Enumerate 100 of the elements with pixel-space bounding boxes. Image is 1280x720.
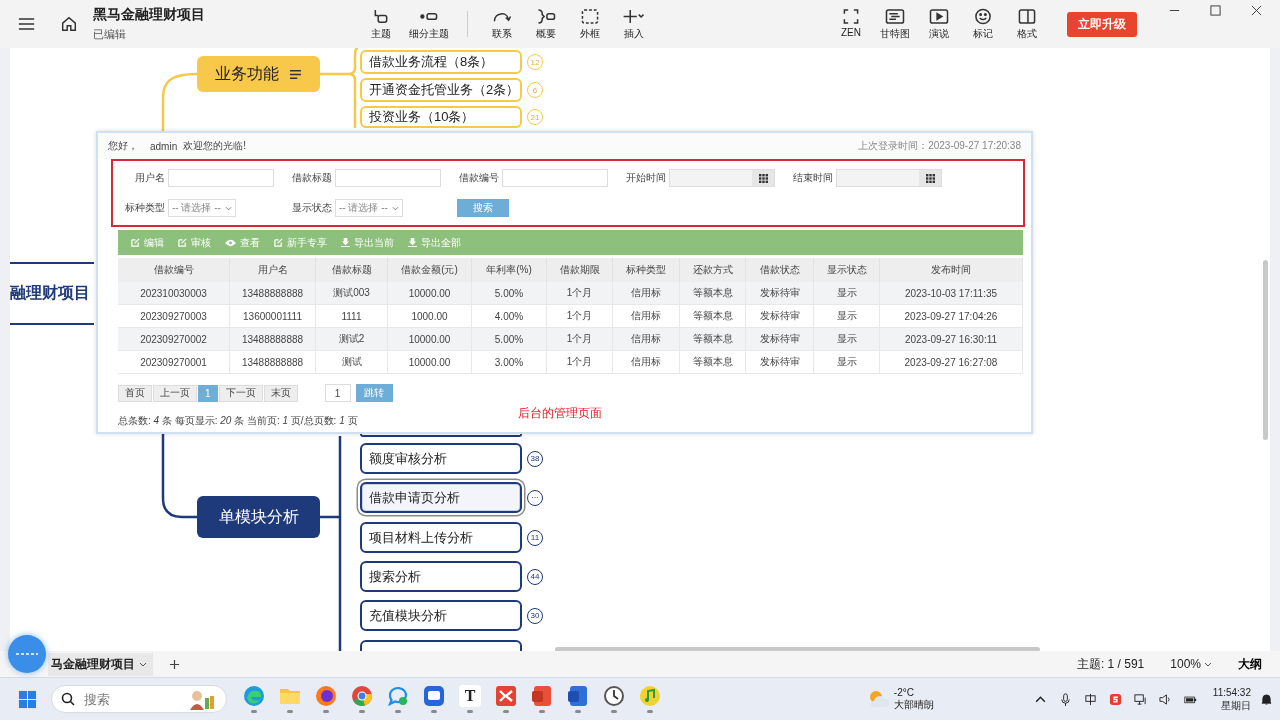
root-topic[interactable]: 融理财项目 xyxy=(10,262,94,325)
tool-button[interactable]: 插入 xyxy=(616,5,652,43)
view-button[interactable]: 演说 xyxy=(919,5,959,43)
subtopic-node[interactable]: 额度审核分析 xyxy=(360,443,522,474)
clock-time: 11:54:32 xyxy=(1212,686,1251,699)
speaker-icon[interactable] xyxy=(1158,692,1172,706)
branch-topic[interactable]: 业务功能 xyxy=(197,56,320,92)
gantt-icon xyxy=(884,7,906,25)
search-highlight-icon xyxy=(187,688,217,710)
page-button[interactable]: 首页 xyxy=(118,384,152,402)
text-app-icon[interactable]: T xyxy=(459,685,481,707)
table-cell: 10000.00 xyxy=(388,282,472,305)
edit-icon xyxy=(274,238,283,247)
calendar-icon[interactable] xyxy=(919,170,941,186)
subtopic-node[interactable]: 投资业务（10条） xyxy=(360,106,522,128)
page-button[interactable]: 末页 xyxy=(263,384,298,402)
input-method-icon[interactable] xyxy=(1083,692,1097,706)
filter-label: 借款编号 xyxy=(458,171,499,185)
text-field[interactable] xyxy=(502,169,608,187)
clock-app-icon[interactable] xyxy=(603,685,625,707)
blueapp-app-icon[interactable] xyxy=(423,685,445,707)
column-header[interactable]: 借款状态 xyxy=(746,258,814,282)
view-button[interactable]: ZEN xyxy=(831,5,871,43)
table-cell: 发标待审 xyxy=(746,305,814,328)
pagination-summary: 总条数: 4 条 每页显示: 20 条 当前页: 1 页/总页数: 1 页 xyxy=(118,414,358,428)
page-button[interactable]: 下一页 xyxy=(218,384,263,402)
summary-icon xyxy=(535,7,557,25)
boundary-icon xyxy=(579,7,601,25)
subtopic-node[interactable]: 开通资金托管业务（2条） xyxy=(360,78,522,102)
page-input[interactable]: 1 xyxy=(324,384,351,402)
table-cell: 3.00% xyxy=(472,351,547,374)
zoom-control[interactable]: 100% xyxy=(1170,657,1212,671)
table-cell: 1111 xyxy=(316,305,388,328)
redapp-app-icon[interactable] xyxy=(495,685,517,707)
date-field[interactable] xyxy=(836,169,942,187)
select-field[interactable]: -- 请选择 -- xyxy=(168,199,236,217)
dashed-line-icon xyxy=(15,651,39,657)
vertical-scrollbar[interactable] xyxy=(1263,260,1268,440)
subtopic-node[interactable]: 搜索分析 xyxy=(360,561,522,592)
tool-button[interactable]: 细分主题 xyxy=(407,5,451,43)
column-header[interactable]: 用户名 xyxy=(230,258,316,282)
branch-topic[interactable]: 单模块分析 xyxy=(197,496,320,538)
weather-text: 大部晴朗 xyxy=(893,699,934,712)
network-icon[interactable] xyxy=(1133,692,1147,706)
microphone-icon[interactable] xyxy=(1058,692,1072,706)
column-header[interactable]: 借款金额(元) xyxy=(388,258,472,282)
menu-icon[interactable] xyxy=(18,17,35,31)
table-cell: 13488888888 xyxy=(230,351,316,374)
page-button[interactable]: 上一页 xyxy=(153,384,197,402)
add-sheet-icon[interactable] xyxy=(169,658,180,670)
table-cell: 2023-09-27 17:04:26 xyxy=(880,305,1023,328)
maximize-icon[interactable] xyxy=(1210,5,1221,16)
music-app-icon[interactable] xyxy=(639,685,661,707)
column-header[interactable]: 借款期限 xyxy=(547,258,613,282)
column-header[interactable]: 标种类型 xyxy=(613,258,680,282)
view-button[interactable]: 标记 xyxy=(963,5,1003,43)
subtopic-node[interactable]: 项目材料上传分析 xyxy=(360,522,522,553)
calendar-icon[interactable] xyxy=(752,170,774,186)
table-cell: 等额本息 xyxy=(680,305,746,328)
date-field[interactable] xyxy=(669,169,775,187)
horizontal-scrollbar[interactable] xyxy=(555,647,1040,651)
annotation-text: 后台的管理页面 xyxy=(517,405,602,422)
view-button[interactable]: 格式 xyxy=(1007,5,1047,43)
column-header[interactable]: 显示状态 xyxy=(814,258,880,282)
topic-count: 主题: 1 / 591 xyxy=(1076,655,1145,673)
sheet-tab[interactable]: 马金融理财项目 xyxy=(48,652,153,676)
topic-title: 业务功能 xyxy=(215,63,279,84)
subtopic-node[interactable]: 充值模块分析 xyxy=(360,600,522,631)
text-field[interactable] xyxy=(335,169,441,187)
home-icon[interactable] xyxy=(60,15,78,33)
table-cell: 信用标 xyxy=(613,328,680,351)
notification-icon[interactable] xyxy=(1261,692,1272,706)
notes-icon xyxy=(289,68,302,80)
insert-icon xyxy=(623,7,645,25)
user-name: admin xyxy=(150,140,178,152)
chat-app-icon[interactable] xyxy=(387,685,409,707)
column-header[interactable]: 借款标题 xyxy=(316,258,388,282)
table-cell: 等额本息 xyxy=(680,282,746,305)
tool-button[interactable]: 主题 xyxy=(363,5,399,43)
filter-label: 标种类型 xyxy=(124,201,165,215)
tool-button[interactable]: 联系 xyxy=(484,5,520,43)
column-header[interactable]: 还款方式 xyxy=(680,258,746,282)
select-field[interactable]: -- 请选择 -- xyxy=(335,199,403,217)
subtopic-node[interactable]: 借款业务流程（8条） xyxy=(360,50,522,74)
column-header[interactable]: 发布时间 xyxy=(880,258,1023,282)
start-icon[interactable] xyxy=(18,689,37,709)
table-cell: 5.00% xyxy=(472,282,547,305)
upgrade-button[interactable]: 立即升级 xyxy=(1067,11,1137,37)
column-header[interactable]: 年利率(%) xyxy=(472,258,547,282)
edit-icon xyxy=(178,238,187,247)
subtopic-node[interactable]: 借款申请页分析 xyxy=(360,482,522,513)
column-header[interactable]: 借款编号 xyxy=(118,258,230,282)
close-icon[interactable] xyxy=(1251,5,1262,16)
tool-button[interactable]: 概要 xyxy=(528,5,564,43)
view-button[interactable]: 甘特图 xyxy=(875,5,915,43)
taskbar-search-field[interactable]: 搜索 xyxy=(51,685,227,713)
tool-button[interactable]: 外框 xyxy=(572,5,608,43)
outline-button[interactable]: 大纲 xyxy=(1238,655,1262,673)
table-cell: 13600001111 xyxy=(230,305,316,328)
text-field[interactable] xyxy=(168,169,274,187)
